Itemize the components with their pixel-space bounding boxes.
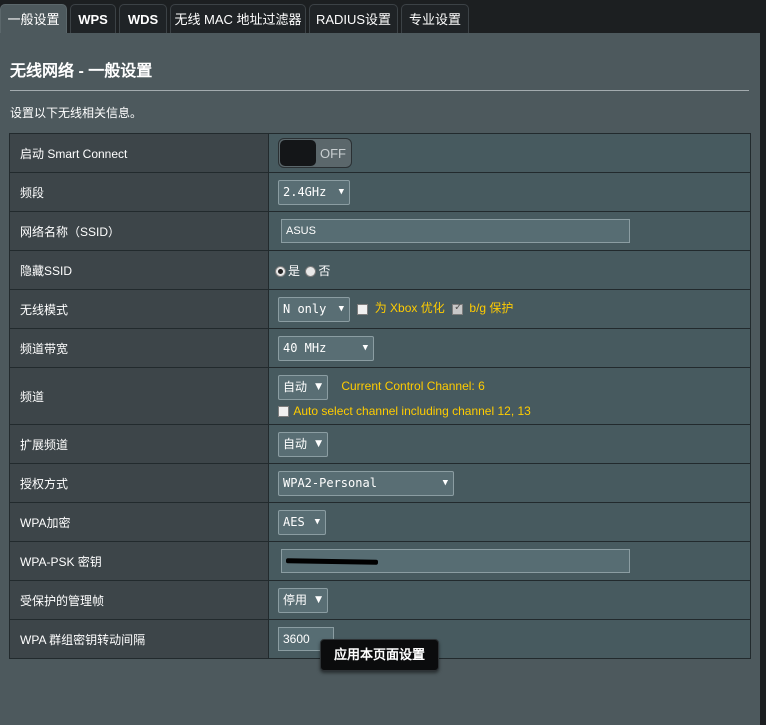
bandwidth-select[interactable]: 40 MHz ▼ xyxy=(278,335,374,361)
chevron-down-icon: ▼ xyxy=(442,477,448,488)
chevron-down-icon: ▼ xyxy=(338,303,344,314)
redaction-mark xyxy=(285,558,379,565)
tab-wds[interactable]: WDS xyxy=(119,4,167,34)
bg-protection-label: b/g 保护 xyxy=(469,301,514,316)
hide-ssid-label: 隐藏SSID xyxy=(9,250,269,290)
ssid-label: 网络名称（SSID） xyxy=(9,211,269,251)
smart-connect-toggle[interactable]: OFF xyxy=(278,138,352,168)
row-channel: 频道 自动 ▼ Current Control Channel: 6 Auto … xyxy=(9,367,751,425)
hide-ssid-yes-radio[interactable] xyxy=(275,265,286,277)
toggle-state-text: OFF xyxy=(320,146,346,161)
wpa-encryption-select[interactable]: AES ▼ xyxy=(278,509,326,535)
auto-channel-checkbox[interactable] xyxy=(278,405,289,417)
ext-channel-value: 自动 xyxy=(283,436,308,451)
wireless-mode-value: N only xyxy=(283,301,327,316)
smart-connect-label: 启动 Smart Connect xyxy=(9,133,269,173)
chevron-down-icon: ▼ xyxy=(315,381,322,392)
toggle-knob xyxy=(280,140,316,166)
auto-channel-label: Auto select channel including channel 12… xyxy=(293,403,531,418)
row-psk: WPA-PSK 密钥 xyxy=(9,541,751,581)
row-pmf: 受保护的管理帧 停用 ▼ xyxy=(9,580,751,620)
auth-label: 授权方式 xyxy=(9,463,269,503)
page-description: 设置以下无线相关信息。 xyxy=(10,106,143,120)
row-ext-channel: 扩展频道 自动 ▼ xyxy=(9,424,751,464)
auth-method-select[interactable]: WPA2-Personal ▼ xyxy=(278,470,454,496)
chevron-down-icon: ▼ xyxy=(338,186,344,197)
rekey-label: WPA 群组密钥转动间隔 xyxy=(9,619,269,659)
settings-panel: 无线网络 - 一般设置 设置以下无线相关信息。 启动 Smart Connect… xyxy=(0,33,760,725)
psk-label: WPA-PSK 密钥 xyxy=(9,541,269,581)
row-smart-connect: 启动 Smart Connect OFF xyxy=(9,133,751,173)
bandwidth-label: 频道带宽 xyxy=(9,328,269,368)
ext-channel-select[interactable]: 自动 ▼ xyxy=(278,431,328,457)
band-label: 频段 xyxy=(9,172,269,212)
tab-bar: 一般设置 WPS WDS 无线 MAC 地址过滤器 RADIUS设置 专业设置 xyxy=(0,0,766,34)
tab-wps[interactable]: WPS xyxy=(70,4,116,34)
channel-label: 频道 xyxy=(9,367,269,425)
tab-mac-filter[interactable]: 无线 MAC 地址过滤器 xyxy=(170,4,306,34)
settings-table: 启动 Smart Connect OFF 频段 2.4GHz ▼ 网络名称（SS… xyxy=(9,133,751,659)
ext-channel-label: 扩展频道 xyxy=(9,424,269,464)
tab-general[interactable]: 一般设置 xyxy=(0,4,67,34)
pmf-select[interactable]: 停用 ▼ xyxy=(278,587,328,613)
hide-ssid-yes-label: 是 xyxy=(288,263,301,278)
row-hide-ssid: 隐藏SSID 是 否 xyxy=(9,250,751,290)
chevron-down-icon: ▼ xyxy=(362,342,368,353)
wpa-encryption-value: AES xyxy=(283,514,305,529)
row-bandwidth: 频道带宽 40 MHz ▼ xyxy=(9,328,751,368)
band-select[interactable]: 2.4GHz ▼ xyxy=(278,179,350,205)
xbox-optimize-checkbox[interactable] xyxy=(357,303,369,315)
chevron-down-icon: ▼ xyxy=(314,516,320,527)
channel-value: 自动 xyxy=(283,379,308,394)
wireless-mode-select[interactable]: N only ▼ xyxy=(278,296,350,322)
tab-professional[interactable]: 专业设置 xyxy=(401,4,469,34)
bg-protection-checkbox[interactable] xyxy=(452,302,464,315)
chevron-down-icon: ▼ xyxy=(315,438,322,449)
row-wireless-mode: 无线模式 N only ▼ 为 Xbox 优化 b/g 保护 xyxy=(9,289,751,329)
xbox-optimize-label: 为 Xbox 优化 xyxy=(374,301,445,316)
title-divider xyxy=(10,90,749,91)
current-control-channel: Current Control Channel: 6 xyxy=(341,379,485,394)
tab-radius[interactable]: RADIUS设置 xyxy=(309,4,398,34)
page-title: 无线网络 - 一般设置 xyxy=(10,63,153,80)
wpa-encryption-label: WPA加密 xyxy=(9,502,269,542)
auth-method-value: WPA2-Personal xyxy=(283,475,377,490)
row-band: 频段 2.4GHz ▼ xyxy=(9,172,751,212)
pmf-label: 受保护的管理帧 xyxy=(9,580,269,620)
bandwidth-value: 40 MHz xyxy=(283,340,327,355)
row-auth: 授权方式 WPA2-Personal ▼ xyxy=(9,463,751,503)
row-wpa-enc: WPA加密 AES ▼ xyxy=(9,502,751,542)
wireless-mode-label: 无线模式 xyxy=(9,289,269,329)
apply-settings-button[interactable]: 应用本页面设置 xyxy=(320,639,439,671)
row-ssid: 网络名称（SSID） ASUS xyxy=(9,211,751,251)
hide-ssid-no-label: 否 xyxy=(318,263,331,278)
channel-select[interactable]: 自动 ▼ xyxy=(278,374,328,400)
band-select-value: 2.4GHz xyxy=(283,184,327,199)
psk-input[interactable] xyxy=(281,549,630,573)
pmf-value: 停用 xyxy=(283,592,308,607)
chevron-down-icon: ▼ xyxy=(315,594,322,605)
ssid-input[interactable]: ASUS xyxy=(281,219,630,243)
hide-ssid-no-radio[interactable] xyxy=(305,265,317,277)
